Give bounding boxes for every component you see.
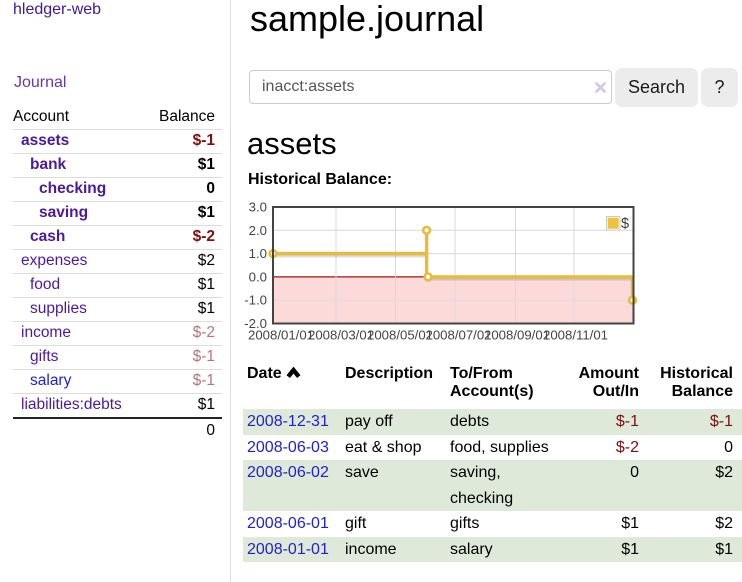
svg-text:$: $ — [621, 216, 629, 232]
svg-text:2008/01/01: 2008/01/01 — [248, 328, 314, 343]
svg-text:0.0: 0.0 — [249, 269, 267, 284]
svg-text:2008/05/01: 2008/05/01 — [367, 328, 433, 343]
svg-text:2008/03/01: 2008/03/01 — [308, 328, 374, 343]
svg-text:1.0: 1.0 — [249, 246, 267, 261]
svg-text:2008/11/01: 2008/11/01 — [543, 328, 608, 343]
svg-text:-1.0: -1.0 — [244, 293, 267, 308]
svg-text:3.0: 3.0 — [249, 200, 267, 215]
svg-text:2008/07/01: 2008/07/01 — [425, 328, 491, 343]
svg-text:2008/09/01: 2008/09/01 — [484, 328, 550, 343]
svg-text:2.0: 2.0 — [249, 223, 267, 238]
